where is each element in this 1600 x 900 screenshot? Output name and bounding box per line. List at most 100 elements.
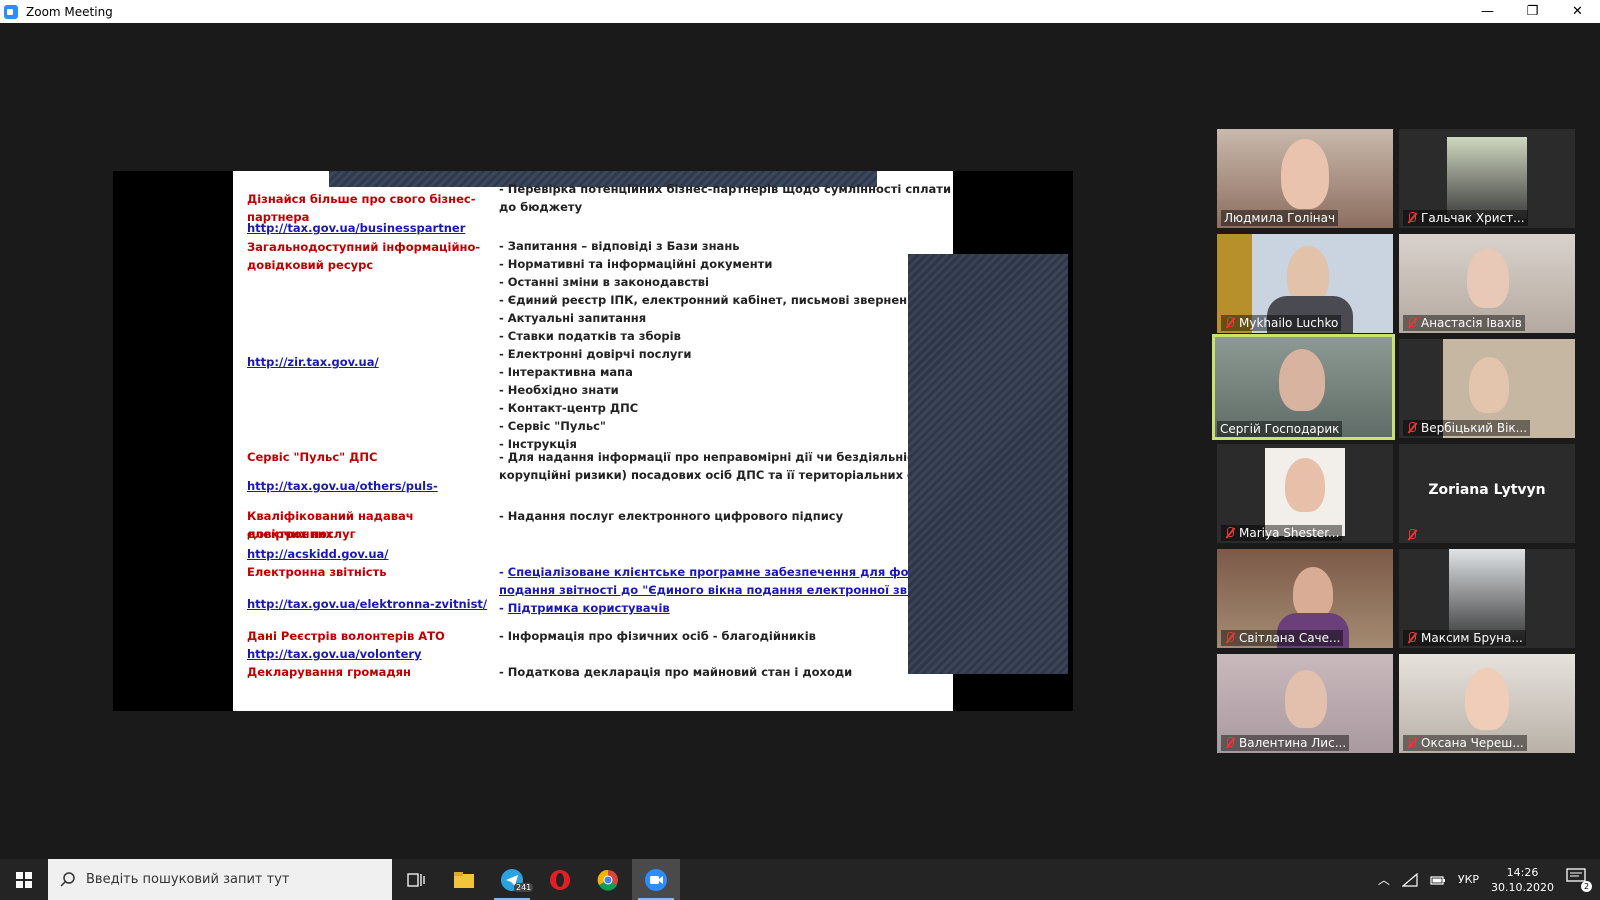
language-indicator[interactable]: УКР: [1458, 873, 1479, 886]
telegram-icon[interactable]: 241: [488, 859, 536, 900]
muted-mic-icon: [1406, 422, 1418, 434]
participant-video: [1281, 139, 1329, 209]
minimize-button[interactable]: —: [1465, 0, 1510, 23]
restore-button[interactable]: ❐: [1510, 0, 1555, 23]
participant-tile[interactable]: Оксана Череш...: [1399, 654, 1575, 753]
participant-name: Mariya Shester...: [1221, 525, 1343, 541]
search-placeholder: Введіть пошуковий запит тут: [86, 872, 290, 887]
muted-mic-icon: [1224, 527, 1236, 539]
participant-video: [1285, 670, 1327, 728]
participant-name: Максим Бруна...: [1403, 630, 1526, 646]
muted-mic-icon: [1224, 317, 1236, 329]
label-zir-2: довідковий ресурс: [247, 258, 374, 272]
participant-tile[interactable]: Вербіцький Вік...: [1399, 339, 1575, 438]
shared-screen[interactable]: Дізнайся більше про свого бізнес-партнер…: [113, 171, 1073, 711]
participant-name: Mykhailo Luchko: [1221, 315, 1342, 331]
battery-icon[interactable]: [1430, 874, 1446, 886]
participant-name: Вербіцький Вік...: [1403, 420, 1531, 436]
link-acsk[interactable]: http://acskidd.gov.ua/: [247, 545, 497, 563]
label-ato: Дані Реєстрів волонтерів АТО: [247, 629, 445, 643]
text-puls-2: корупційні ризики) посадових осіб ДПС та…: [499, 468, 953, 482]
zoom-taskbar-icon[interactable]: [632, 859, 680, 900]
text-ereport-1[interactable]: - Спеціалізоване клієнтське програмне за…: [499, 563, 953, 581]
muted-mic-icon: [1406, 212, 1418, 224]
windows-taskbar: Введіть пошуковий запит тут 241 ︿ УКР 14…: [0, 859, 1600, 900]
participant-tile[interactable]: Людмила Голінач: [1217, 129, 1393, 228]
participant-name: Оксана Череш...: [1403, 735, 1527, 751]
label-acsk-2: довірчих послуг: [247, 527, 356, 541]
text-acsk: - Надання послуг електронного цифрового …: [499, 509, 844, 523]
muted-mic-icon: [1224, 737, 1236, 749]
link-ato[interactable]: http://tax.gov.ua/volontery: [247, 645, 497, 663]
zir-item: - Нормативні та інформаційні документи: [499, 257, 773, 271]
search-icon: [60, 871, 75, 887]
link-businesspartner[interactable]: http://tax.gov.ua/businesspartner: [247, 219, 497, 237]
participant-video: [1469, 357, 1509, 413]
file-explorer-icon[interactable]: [440, 859, 488, 900]
zir-item: - Єдиний реєстр ІПК, електронний кабінет…: [499, 293, 923, 307]
chrome-icon[interactable]: [584, 859, 632, 900]
clock-date: 30.10.2020: [1491, 880, 1554, 894]
chevron-up-icon[interactable]: ︿: [1378, 871, 1390, 888]
text-partner-1: - Перевірка потенційних бізнес-партнерів…: [499, 182, 953, 196]
ereport-software-link[interactable]: Спеціалізоване клієнтське програмне забе…: [508, 565, 953, 579]
taskbar-search-box[interactable]: Введіть пошуковий запит тут: [48, 859, 392, 900]
task-view-icon[interactable]: [392, 859, 440, 900]
participant-video: [1293, 567, 1333, 619]
participant-tile[interactable]: Максим Бруна...: [1399, 549, 1575, 648]
participant-name: Людмила Голінач: [1221, 210, 1339, 226]
clock-time: 14:26: [1506, 865, 1539, 879]
participant-video: [1285, 458, 1325, 512]
participant-tile[interactable]: Zoriana Lytvyn: [1399, 444, 1575, 543]
zoom-app-icon: [4, 4, 18, 19]
text-ereport-2[interactable]: подання звітності до "Єдиного вікна пода…: [499, 581, 953, 599]
ereport-window-link[interactable]: подання звітності до "Єдиного вікна пода…: [499, 583, 953, 597]
participant-tile[interactable]: Mykhailo Luchko: [1217, 234, 1393, 333]
participant-video: [1447, 137, 1527, 219]
label-declar: Декларування громадян: [247, 665, 411, 679]
notifications-button[interactable]: 2: [1566, 867, 1592, 892]
participant-name: Валентина Лис...: [1221, 735, 1350, 751]
opera-icon[interactable]: [536, 859, 584, 900]
participant-tile[interactable]: Валентина Лис...: [1217, 654, 1393, 753]
annotation-overlay: [908, 254, 1068, 674]
participant-tile[interactable]: Світлана Саче...: [1217, 549, 1393, 648]
participant-name: Анастасія Іваxів: [1403, 315, 1525, 331]
title-bar: Zoom Meeting — ❐ ✕: [0, 0, 1600, 23]
participant-video: [1467, 248, 1509, 308]
label-ereport: Електронна звітність: [247, 565, 387, 579]
text-ereport-3[interactable]: - Підтримка користувачів: [499, 599, 919, 617]
participant-video: [1465, 668, 1509, 730]
muted-mic-icon: [1406, 737, 1418, 749]
zir-item: - Сервіс "Пульс": [499, 419, 606, 433]
participant-tile-active-speaker[interactable]: Сергій Господарик: [1212, 334, 1395, 440]
telegram-badge: 241: [514, 883, 534, 892]
participant-tile[interactable]: Mariya Shester...: [1217, 444, 1393, 543]
zir-item: - Ставки податків та зборів: [499, 329, 681, 343]
link-zir[interactable]: http://zir.tax.gov.ua/: [247, 353, 497, 371]
participant-tile[interactable]: Анастасія Іваxів: [1399, 234, 1575, 333]
network-icon[interactable]: [1401, 872, 1418, 887]
clock[interactable]: 14:26 30.10.2020: [1491, 865, 1554, 895]
start-button[interactable]: [0, 859, 48, 900]
participant-tile[interactable]: Гальчак Христ...: [1399, 129, 1575, 228]
close-button[interactable]: ✕: [1555, 0, 1600, 23]
participant-video: [1279, 349, 1325, 411]
zir-item: - Контакт-центр ДПС: [499, 401, 639, 415]
participant-name: Гальчак Христ...: [1403, 210, 1528, 226]
participant-name: Світлана Саче...: [1221, 630, 1344, 646]
zir-item: - Електронні довірчі послуги: [499, 347, 692, 361]
text-partner-2: до бюджету: [499, 200, 583, 214]
meeting-area: Дізнайся більше про свого бізнес-партнер…: [0, 23, 1600, 859]
zir-item: - Інтерактивна мапа: [499, 365, 633, 379]
link-ereport[interactable]: http://tax.gov.ua/elektronna-zvitnist/: [247, 595, 497, 613]
text-declar: - Податкова декларація про майновий стан…: [499, 665, 853, 679]
muted-mic-icon: [1224, 632, 1236, 644]
participant-name: Сергій Господарик: [1217, 421, 1343, 437]
user-support-link[interactable]: Підтримка користувачів: [508, 601, 670, 615]
dash: -: [499, 565, 508, 579]
participant-no-video-name: Zoriana Lytvyn: [1428, 482, 1546, 498]
presentation-slide: Дізнайся більше про свого бізнес-партнер…: [233, 171, 953, 711]
label-puls: Сервіс "Пульс" ДПС: [247, 450, 378, 464]
link-puls[interactable]: http://tax.gov.ua/others/puls-: [247, 477, 497, 495]
